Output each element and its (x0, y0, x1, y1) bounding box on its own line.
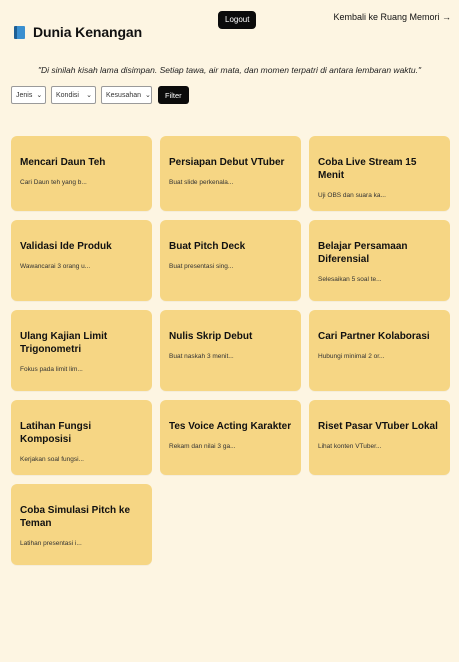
kondisi-select[interactable]: Kondisi ⌄ (51, 86, 96, 104)
filter-bar: Jenis ⌄ Kondisi ⌄ Kesusahan ⌄ Filter (11, 86, 189, 104)
kondisi-select-value: Kondisi (56, 91, 79, 99)
card-description: Cari Daun teh yang b... (20, 179, 87, 186)
chevron-down-icon: ⌄ (145, 92, 151, 99)
memory-card[interactable]: Validasi Ide Produk Wawancarai 3 orang u… (11, 220, 152, 301)
memory-card[interactable]: Tes Voice Acting Karakter Rekam dan nila… (160, 400, 301, 475)
card-title: Latihan Fungsi Komposisi (20, 421, 92, 445)
kesusahan-select[interactable]: Kesusahan ⌄ (101, 86, 152, 104)
memory-card[interactable]: Cari Partner Kolaborasi Hubungi minimal … (309, 310, 450, 391)
header: Dunia Kenangan Logout Kembali ke Ruang M… (0, 0, 459, 60)
card-description: Selesaikan 5 soal te... (318, 276, 382, 283)
memory-card[interactable]: Nulis Skrip Debut Buat naskah 3 menit... (160, 310, 301, 391)
card-title: Coba Simulasi Pitch ke Teman (20, 505, 131, 529)
card-title: Belajar Persamaan Diferensial (318, 241, 408, 265)
card-description: Buat presentasi sing... (169, 263, 234, 270)
filter-button[interactable]: Filter (158, 86, 189, 104)
card-title: Ulang Kajian Limit Trigonometri (20, 331, 108, 355)
memory-card[interactable]: Ulang Kajian Limit Trigonometri Fokus pa… (11, 310, 152, 391)
card-title: Cari Partner Kolaborasi (318, 331, 430, 342)
card-title: Tes Voice Acting Karakter (169, 421, 292, 432)
memory-card[interactable]: Persiapan Debut VTuber Buat slide perken… (160, 136, 301, 211)
logout-button[interactable]: Logout (218, 11, 257, 29)
card-title: Persiapan Debut VTuber (169, 157, 285, 168)
card-description: Buat naskah 3 menit... (169, 353, 234, 360)
card-description: Uji OBS dan suara ka... (318, 192, 386, 199)
memory-card[interactable]: Belajar Persamaan Diferensial Selesaikan… (309, 220, 450, 301)
card-title: Riset Pasar VTuber Lokal (318, 421, 438, 432)
memory-card[interactable]: Coba Simulasi Pitch ke Teman Latihan pre… (11, 484, 152, 565)
memory-card[interactable]: Coba Live Stream 15 Menit Uji OBS dan su… (309, 136, 450, 211)
chevron-down-icon: ⌄ (36, 92, 43, 99)
card-title: Mencari Daun Teh (20, 157, 106, 168)
card-description: Fokus pada limit lim... (20, 366, 83, 373)
card-title: Validasi Ide Produk (20, 241, 112, 252)
memory-card-grid: Mencari Daun Teh Cari Daun teh yang b...… (11, 136, 451, 565)
page-title: Dunia Kenangan (33, 24, 143, 40)
kesusahan-select-value: Kesusahan (106, 91, 142, 99)
card-title: Nulis Skrip Debut (169, 331, 253, 342)
card-description: Hubungi minimal 2 or... (318, 353, 385, 360)
card-description: Latihan presentasi i... (20, 540, 82, 547)
card-description: Lihat konten VTuber... (318, 443, 382, 450)
jenis-select-value: Jenis (16, 91, 33, 99)
card-description: Rekam dan nilai 3 ga... (169, 443, 236, 450)
memory-card[interactable]: Buat Pitch Deck Buat presentasi sing... (160, 220, 301, 301)
jenis-select[interactable]: Jenis ⌄ (11, 86, 46, 104)
book-icon (14, 25, 25, 39)
card-title: Buat Pitch Deck (169, 241, 246, 252)
app-logo: Dunia Kenangan (14, 24, 142, 40)
memory-card[interactable]: Mencari Daun Teh Cari Daun teh yang b... (11, 136, 152, 211)
chevron-down-icon: ⌄ (86, 92, 92, 99)
memory-card[interactable]: Riset Pasar VTuber Lokal Lihat konten VT… (309, 400, 450, 475)
intro-quote: "Di sinilah kisah lama disimpan. Setiap … (37, 65, 422, 75)
memory-card[interactable]: Latihan Fungsi Komposisi Kerjakan soal f… (11, 400, 152, 475)
back-to-memory-room-link[interactable]: Kembali ke Ruang Memori → (333, 12, 451, 22)
card-description: Buat slide perkenala... (169, 179, 234, 186)
card-title: Coba Live Stream 15 Menit (318, 157, 417, 181)
card-description: Kerjakan soal fungsi... (20, 456, 84, 463)
card-description: Wawancarai 3 orang u... (20, 263, 91, 270)
